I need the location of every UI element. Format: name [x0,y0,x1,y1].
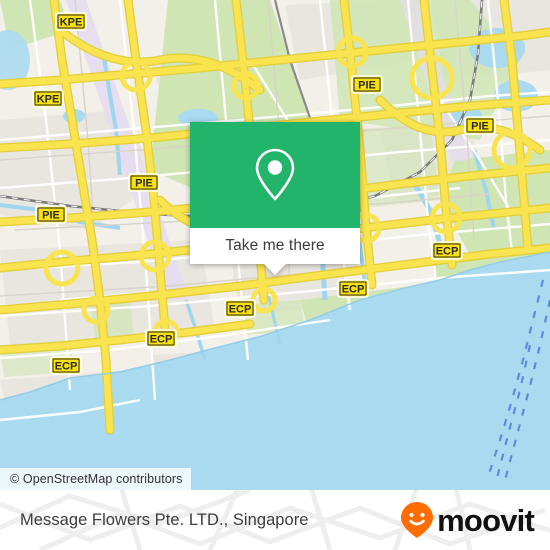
map-screenshot: KPE KPE PIE PIE PIE PIE ECP ECP ECP ECP ECP © Open… [0,0,550,550]
road-shield-label: ECP [55,361,78,373]
popup-icon-area [190,122,360,228]
road-shield: PIE [464,116,496,135]
road-shield-label: ECP [150,334,173,346]
moovit-wordmark: moovit [437,502,535,538]
road-shield-label: KPE [37,94,60,106]
road-shield: KPE [55,12,87,31]
osm-attribution-text: © OpenStreetMap contributors [10,472,183,486]
road-shield: PIE [351,75,383,94]
road-shield-label: ECP [342,284,365,296]
road-shield-label: KPE [60,17,83,29]
location-popup[interactable]: Take me there [190,122,360,275]
place-caption-text: Message Flowers Pte. LTD., Singapore [20,510,309,529]
place-caption: Message Flowers Pte. LTD., Singapore [20,490,309,550]
caption-bar: Message Flowers Pte. LTD., Singapore moo… [0,490,550,550]
road-shield: ECP [431,241,463,260]
road-shield-label: PIE [358,80,376,92]
road-shield: PIE [128,173,160,192]
road-shield: ECP [337,279,369,298]
popup-tail-pointer [264,264,286,275]
road-shield-label: PIE [135,178,153,190]
road-shield-label: ECP [229,304,252,316]
road-shield: ECP [145,329,177,348]
moovit-pin-smiley-icon [401,502,434,538]
map-pin-icon [255,148,295,201]
road-shield: ECP [224,299,256,318]
take-me-there-button[interactable]: Take me there [190,228,360,264]
road-shield: KPE [32,89,64,108]
road-shield-label: PIE [42,210,60,222]
osm-attribution[interactable]: © OpenStreetMap contributors [0,468,191,490]
moovit-logo[interactable]: moovit [400,490,535,550]
road-shield-label: ECP [436,246,459,258]
take-me-there-label: Take me there [225,237,325,254]
road-shield: ECP [50,356,82,375]
road-shield: PIE [35,205,67,224]
road-shield-label: PIE [471,121,489,133]
